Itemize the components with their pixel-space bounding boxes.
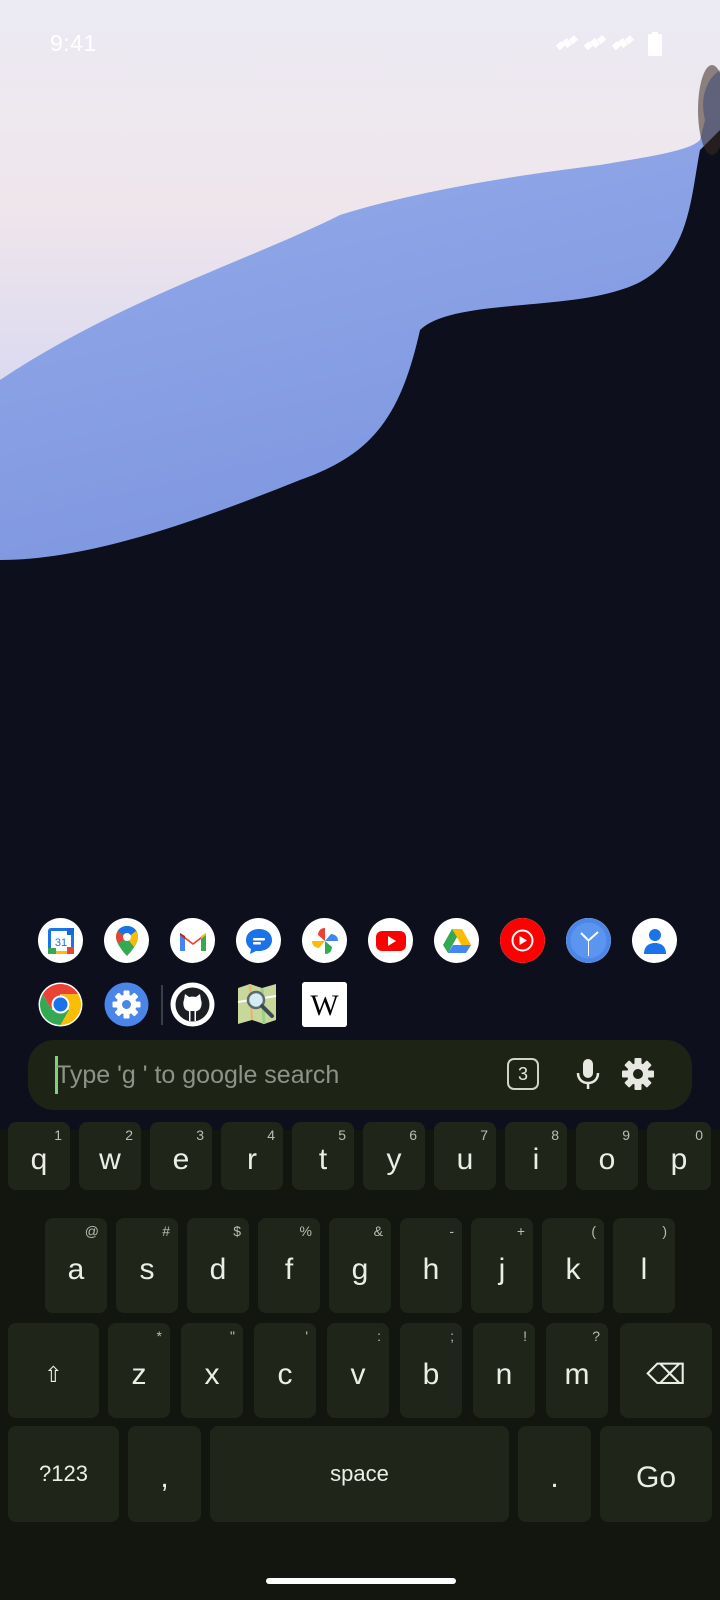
key-s[interactable]: # s (116, 1218, 178, 1313)
backspace-key[interactable]: ⌫ (620, 1323, 712, 1418)
key-b[interactable]: ; b (400, 1323, 462, 1418)
clock-icon (566, 918, 611, 963)
app-youtube-music[interactable] (500, 918, 545, 963)
keyboard: 1q 2w 3e 4r 5t 6y 7u 8i 9o 0p @ a # s $ d %… (0, 1122, 720, 1600)
messages-icon (245, 928, 272, 954)
shift-key[interactable]: ⇧ (8, 1323, 99, 1418)
app-calendar[interactable]: 31 (38, 918, 83, 963)
key-i[interactable]: 8i (505, 1122, 567, 1190)
key-t[interactable]: 5t (292, 1122, 354, 1190)
app-chrome[interactable] (38, 982, 83, 1027)
key-j[interactable]: + j (471, 1218, 533, 1313)
shift-icon: ⇧ (44, 1361, 63, 1387)
key-q[interactable]: 1q (8, 1122, 70, 1190)
drive-icon (442, 928, 471, 953)
gear-icon[interactable] (618, 1054, 658, 1094)
key-l[interactable]: ) l (613, 1218, 675, 1313)
key-v[interactable]: :v (327, 1323, 389, 1418)
key-r[interactable]: 4r (221, 1122, 283, 1190)
settings-icon (104, 982, 149, 1027)
satellite-icon (612, 35, 634, 51)
space-key[interactable]: space (210, 1426, 509, 1522)
status-bar: 9:41 (0, 0, 720, 90)
status-time: 9:41 (50, 30, 97, 56)
key-k[interactable]: (k (542, 1218, 604, 1313)
github-icon (170, 982, 215, 1027)
chrome-icon (38, 982, 83, 1027)
app-messages[interactable] (236, 918, 281, 963)
key-u[interactable]: 7u (434, 1122, 496, 1190)
wikipedia-icon: W (302, 982, 347, 1027)
app-wikipedia[interactable]: W (302, 982, 347, 1027)
app-row-divider (161, 985, 163, 1025)
app-row-2: W (0, 982, 720, 1042)
satellite-icon (556, 35, 578, 51)
microphone-icon[interactable] (568, 1054, 608, 1094)
photos-icon (311, 927, 338, 954)
go-key[interactable]: Go (600, 1426, 712, 1522)
svg-text:31: 31 (54, 937, 66, 949)
youtube-icon (375, 930, 406, 951)
gesture-nav-bar[interactable] (266, 1578, 456, 1584)
period-key[interactable]: . (518, 1426, 591, 1522)
svg-text:W: W (310, 989, 339, 1022)
backspace-icon: ⌫ (646, 1359, 686, 1390)
contacts-icon (643, 928, 666, 954)
app-clock[interactable] (566, 918, 611, 963)
key-m[interactable]: ? m (546, 1323, 608, 1418)
key-z[interactable]: * z (108, 1323, 170, 1418)
app-gmail[interactable] (170, 918, 215, 963)
search-count-badge[interactable]: 3 (507, 1058, 539, 1090)
battery-icon (648, 32, 662, 56)
comma-key[interactable]: , (128, 1426, 201, 1522)
map-search-icon (237, 983, 277, 1025)
key-g[interactable]: & g (329, 1218, 391, 1313)
key-a[interactable]: @ a (45, 1218, 107, 1313)
maps-icon (115, 925, 138, 956)
key-e[interactable]: 3e (150, 1122, 212, 1190)
app-settings[interactable] (104, 982, 149, 1027)
app-osmand[interactable] (236, 982, 281, 1027)
key-n[interactable]: ! n (473, 1323, 535, 1418)
gmail-icon (179, 932, 206, 951)
app-github[interactable] (170, 982, 215, 1027)
key-h[interactable]: -h (400, 1218, 462, 1313)
app-photos[interactable] (302, 918, 347, 963)
key-x[interactable]: " x (181, 1323, 243, 1418)
key-c[interactable]: ' c (254, 1323, 316, 1418)
app-youtube[interactable] (368, 918, 413, 963)
app-maps[interactable] (104, 918, 149, 963)
key-o[interactable]: 9o (576, 1122, 638, 1190)
symbols-key[interactable]: ?123 (8, 1426, 119, 1522)
search-bar[interactable]: Type 'g ' to google search 3 (28, 1040, 692, 1110)
app-row-1: 31 (0, 918, 720, 978)
key-w[interactable]: 2w (79, 1122, 141, 1190)
key-d[interactable]: $ d (187, 1218, 249, 1313)
satellite-icon (584, 35, 606, 51)
key-y[interactable]: 6y (363, 1122, 425, 1190)
key-p[interactable]: 0p (647, 1122, 711, 1190)
app-drive[interactable] (434, 918, 479, 963)
calendar-icon: 31 (47, 927, 74, 954)
key-f[interactable]: % f (258, 1218, 320, 1313)
youtube-music-icon (500, 918, 545, 963)
search-input[interactable]: Type 'g ' to google search (56, 1061, 339, 1090)
app-contacts[interactable] (632, 918, 677, 963)
